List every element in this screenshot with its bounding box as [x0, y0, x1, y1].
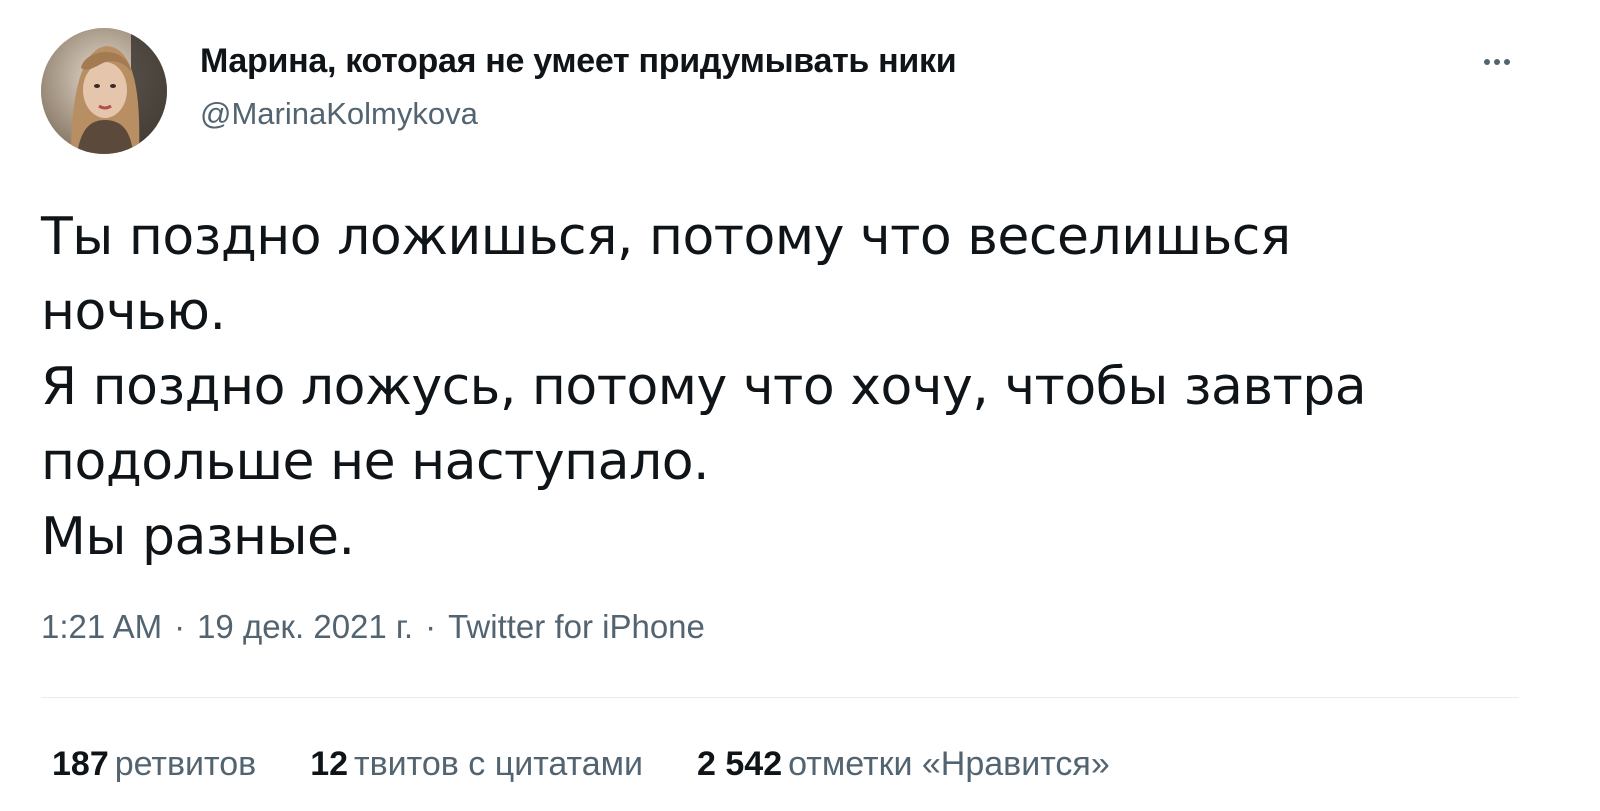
- likes-stat[interactable]: 2 542 отметки «Нравится»: [697, 745, 1110, 784]
- retweets-count: 187: [52, 745, 109, 783]
- tweet-source-link[interactable]: Twitter for iPhone: [448, 608, 705, 645]
- tweet-text-line: Мы разные.: [41, 507, 355, 567]
- more-horizontal-icon: [1484, 59, 1490, 65]
- quote-tweets-count: 12: [310, 745, 349, 783]
- tweet-text-line: ночью.: [41, 282, 226, 342]
- quote-tweets-label: твитов с цитатами: [354, 745, 644, 783]
- avatar-image: [41, 28, 167, 154]
- avatar[interactable]: [41, 28, 167, 154]
- more-options-button[interactable]: [1472, 44, 1522, 80]
- author-display-name[interactable]: Марина, которая не умеет придумывать ник…: [200, 42, 957, 81]
- tweet-date[interactable]: 19 дек. 2021 г.: [197, 608, 413, 645]
- tweet-card: Марина, которая не умеет придумывать ник…: [0, 0, 1600, 811]
- meta-separator: ·: [174, 608, 186, 645]
- likes-label: отметки «Нравится»: [788, 745, 1110, 783]
- more-horizontal-icon-dot: [1494, 59, 1500, 65]
- more-horizontal-icon-dot: [1504, 59, 1510, 65]
- retweets-stat[interactable]: 187 ретвитов: [52, 745, 256, 784]
- likes-count: 2 542: [697, 745, 783, 783]
- quote-tweets-stat[interactable]: 12 твитов с цитатами: [310, 745, 643, 784]
- author-handle[interactable]: @MarinaKolmykova: [200, 96, 478, 132]
- meta-separator: ·: [425, 608, 437, 645]
- tweet-time[interactable]: 1:21 AM: [41, 608, 162, 645]
- retweets-label: ретвитов: [114, 745, 257, 783]
- tweet-stats: 187 ретвитов 12 твитов с цитатами 2 542 отм…: [52, 745, 1164, 784]
- divider: [41, 697, 1519, 698]
- tweet-text-line: подольше не наступало.: [41, 432, 710, 492]
- tweet-text-line: Ты поздно ложишься, потому что веселишьс…: [41, 207, 1291, 267]
- tweet-meta: 1:21 AM · 19 дек. 2021 г. · Twitter for iPho…: [41, 608, 705, 646]
- tweet-text-line: Я поздно ложусь, потому что хочу, чтобы …: [41, 357, 1367, 417]
- tweet-text: Ты поздно ложишься, потому что веселишьс…: [41, 200, 1501, 575]
